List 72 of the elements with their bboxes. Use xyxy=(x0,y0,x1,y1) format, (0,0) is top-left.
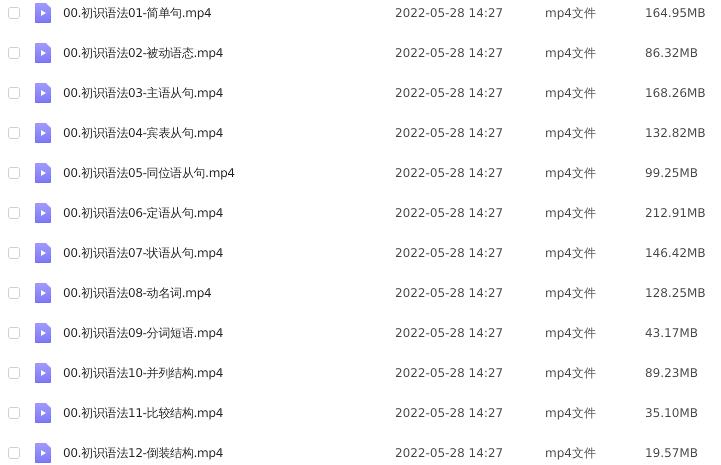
checkbox[interactable] xyxy=(8,367,20,379)
file-type: mp4文件 xyxy=(545,444,597,462)
file-name[interactable]: 00.初识语法12-倒装结构.mp4 xyxy=(63,444,395,462)
file-name[interactable]: 00.初识语法05-同位语从句.mp4 xyxy=(63,164,395,182)
modified-date: 2022-05-28 14:27 xyxy=(395,326,504,340)
video-file-icon xyxy=(35,403,51,423)
file-type: mp4文件 xyxy=(545,44,597,62)
checkbox[interactable] xyxy=(8,167,20,179)
video-file-icon xyxy=(35,83,51,103)
file-size: 89.23MB xyxy=(645,366,698,380)
file-size: 35.10MB xyxy=(645,406,698,420)
modified-date: 2022-05-28 14:27 xyxy=(395,46,504,60)
file-type: mp4文件 xyxy=(545,84,597,102)
file-size: 212.91MB xyxy=(645,206,706,220)
file-name[interactable]: 00.初识语法09-分词短语.mp4 xyxy=(63,324,395,342)
checkbox[interactable] xyxy=(8,87,20,99)
modified-date: 2022-05-28 14:27 xyxy=(395,126,504,140)
file-name[interactable]: 00.初识语法02-被动语态.mp4 xyxy=(63,44,395,62)
file-size: 146.42MB xyxy=(645,246,706,260)
modified-date: 2022-05-28 14:27 xyxy=(395,6,504,20)
modified-date: 2022-05-28 14:27 xyxy=(395,86,504,100)
file-size: 164.95MB xyxy=(645,6,706,20)
video-file-icon xyxy=(35,123,51,143)
modified-date: 2022-05-28 14:27 xyxy=(395,246,504,260)
file-size: 132.82MB xyxy=(645,126,706,140)
modified-date: 2022-05-28 14:27 xyxy=(395,366,504,380)
video-file-icon xyxy=(35,283,51,303)
modified-date: 2022-05-28 14:27 xyxy=(395,286,504,300)
file-size: 99.25MB xyxy=(645,166,698,180)
modified-date: 2022-05-28 14:27 xyxy=(395,166,504,180)
file-type: mp4文件 xyxy=(545,164,597,182)
file-name[interactable]: 00.初识语法07-状语从句.mp4 xyxy=(63,244,395,262)
file-type: mp4文件 xyxy=(545,124,597,142)
file-type: mp4文件 xyxy=(545,404,597,422)
checkbox[interactable] xyxy=(8,47,20,59)
file-name[interactable]: 00.初识语法03-主语从句.mp4 xyxy=(63,84,395,102)
checkbox[interactable] xyxy=(8,127,20,139)
checkbox[interactable] xyxy=(8,327,20,339)
modified-date: 2022-05-28 14:27 xyxy=(395,206,504,220)
file-name[interactable]: 00.初识语法10-并列结构.mp4 xyxy=(63,364,395,382)
checkbox[interactable] xyxy=(8,447,20,459)
checkbox[interactable] xyxy=(8,247,20,259)
file-size: 128.25MB xyxy=(645,286,706,300)
video-file-icon xyxy=(35,443,51,463)
file-name[interactable]: 00.初识语法11-比较结构.mp4 xyxy=(63,404,395,422)
modified-date: 2022-05-28 14:27 xyxy=(395,406,504,420)
checkbox[interactable] xyxy=(8,7,20,19)
file-type: mp4文件 xyxy=(545,284,597,302)
checkbox[interactable] xyxy=(8,407,20,419)
modified-date: 2022-05-28 14:27 xyxy=(395,446,504,460)
checkbox[interactable] xyxy=(8,207,20,219)
file-type: mp4文件 xyxy=(545,364,597,382)
file-size: 19.57MB xyxy=(645,446,698,460)
file-size: 86.32MB xyxy=(645,46,698,60)
file-type: mp4文件 xyxy=(545,244,597,262)
file-name[interactable]: 00.初识语法01-简单句.mp4 xyxy=(63,4,395,22)
video-file-icon xyxy=(35,163,51,183)
video-file-icon xyxy=(35,363,51,383)
file-name[interactable]: 00.初识语法06-定语从句.mp4 xyxy=(63,204,395,222)
video-file-icon xyxy=(35,203,51,223)
video-file-icon xyxy=(35,243,51,263)
file-name[interactable]: 00.初识语法08-动名词.mp4 xyxy=(63,284,395,302)
file-size: 43.17MB xyxy=(645,326,698,340)
video-file-icon xyxy=(35,3,51,23)
file-type: mp4文件 xyxy=(545,324,597,342)
video-file-icon xyxy=(35,323,51,343)
file-size: 168.26MB xyxy=(645,86,706,100)
file-name[interactable]: 00.初识语法04-宾表从句.mp4 xyxy=(63,124,395,142)
file-type: mp4文件 xyxy=(545,4,597,22)
video-file-icon xyxy=(35,43,51,63)
checkbox[interactable] xyxy=(8,287,20,299)
file-type: mp4文件 xyxy=(545,204,597,222)
